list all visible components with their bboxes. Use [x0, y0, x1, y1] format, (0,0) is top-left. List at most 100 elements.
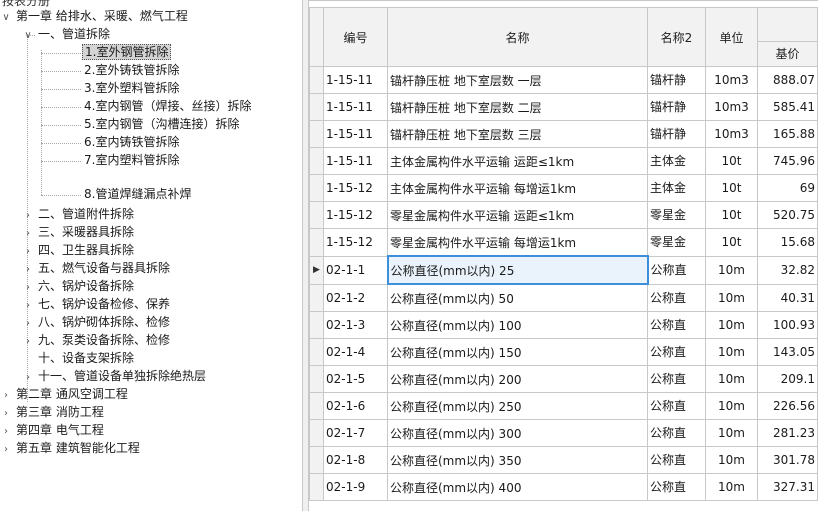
cell-unit[interactable]: 10t [705, 228, 758, 257]
chevron-right-icon[interactable]: › [22, 297, 34, 314]
cell-unit[interactable]: 10m [705, 255, 758, 285]
chevron-right-icon[interactable]: › [22, 333, 34, 350]
cell-code[interactable]: 02-1-6 [323, 392, 388, 420]
quota-grid[interactable]: 编号 名称 名称2 单位 基价 1-15-11 锚杆静压桩 地下室层数 一层 锚杆静… [309, 0, 818, 512]
tree-item[interactable]: 3.室外塑料管拆除 [82, 80, 181, 97]
col-header-name[interactable]: 名称 [387, 7, 648, 67]
tree-section-1[interactable]: ∨ 一、管道拆除 [22, 26, 112, 43]
col-header-unit[interactable]: 单位 [705, 7, 758, 67]
table-row[interactable]: 1-15-12 零星金属构件水平运输 每增运1km 零星金 10t 15.68 [309, 228, 818, 257]
cell-name[interactable]: 公称直径(mm以内) 50 [387, 283, 648, 312]
cell-unit[interactable]: 10m3 [705, 120, 758, 148]
chevron-down-icon[interactable]: ∨ [22, 27, 34, 44]
cell-code[interactable]: 02-1-4 [323, 338, 388, 366]
table-row[interactable]: 1-15-11 锚杆静压桩 地下室层数 一层 锚杆静 10m3 888.07 [309, 66, 818, 94]
table-row[interactable]: 02-1-2 公称直径(mm以内) 50 公称直 10m 40.31 [309, 283, 818, 312]
tree-item[interactable]: 2.室外铸铁管拆除 [82, 62, 181, 79]
tree-section-8[interactable]: › 八、锅炉砌体拆除、检修 [22, 314, 172, 331]
col-header-price[interactable]: 基价 [757, 7, 818, 67]
tree-item[interactable]: 5.室内钢管（沟槽连接）拆除 [82, 116, 241, 133]
cell-name2[interactable]: 锚杆静 [647, 120, 706, 148]
cell-unit[interactable]: 10m [705, 311, 758, 339]
cell-name2[interactable]: 公称直 [647, 338, 706, 366]
tree-item[interactable]: 7.室内塑料管拆除 [82, 152, 181, 169]
cell-name[interactable]: 锚杆静压桩 地下室层数 三层 [387, 120, 648, 148]
chevron-right-icon[interactable]: › [0, 423, 12, 440]
cell-base-price[interactable]: 15.68 [757, 228, 818, 257]
cell-name[interactable]: 锚杆静压桩 地下室层数 二层 [387, 93, 648, 121]
cell-name2[interactable]: 主体金 [647, 174, 706, 202]
cell-base-price[interactable]: 165.88 [757, 120, 818, 148]
tree-item[interactable]: 6.室内铸铁管拆除 [82, 134, 181, 151]
table-row[interactable]: 1-15-11 主体金属构件水平运输 运距≤1km 主体金 10t 745.96 [309, 147, 818, 175]
cell-code[interactable]: 1-15-12 [323, 174, 388, 202]
table-row[interactable]: 1-15-12 零星金属构件水平运输 运距≤1km 零星金 10t 520.75 [309, 201, 818, 229]
table-row[interactable]: 02-1-7 公称直径(mm以内) 300 公称直 10m 281.23 [309, 419, 818, 447]
cell-name2[interactable]: 公称直 [647, 419, 706, 447]
cell-unit[interactable]: 10m3 [705, 93, 758, 121]
tree-section-4[interactable]: › 四、卫生器具拆除 [22, 242, 136, 259]
table-row[interactable]: 1-15-12 主体金属构件水平运输 每增运1km 主体金 10t 69 [309, 174, 818, 202]
table-row[interactable]: ▶ 02-1-1 公称直径(mm以内) 25 公称直 10m 32.82 [309, 255, 818, 285]
cell-name2[interactable]: 锚杆静 [647, 66, 706, 94]
cell-base-price[interactable]: 301.78 [757, 446, 818, 474]
cell-base-price[interactable]: 100.93 [757, 311, 818, 339]
table-row[interactable]: 02-1-5 公称直径(mm以内) 200 公称直 10m 209.1 [309, 365, 818, 393]
table-row[interactable]: 02-1-6 公称直径(mm以内) 250 公称直 10m 226.56 [309, 392, 818, 420]
chevron-right-icon[interactable]: › [22, 243, 34, 260]
tree-chapter-4[interactable]: › 第四章 电气工程 [0, 422, 106, 439]
chevron-right-icon[interactable]: › [0, 405, 12, 422]
cell-code[interactable]: 02-1-2 [323, 283, 388, 312]
cell-name2[interactable]: 公称直 [647, 446, 706, 474]
table-row[interactable]: 1-15-11 锚杆静压桩 地下室层数 二层 锚杆静 10m3 585.41 [309, 93, 818, 121]
tree-section-5[interactable]: › 五、燃气设备与器具拆除 [22, 260, 172, 277]
cell-name[interactable]: 公称直径(mm以内) 250 [387, 392, 648, 420]
table-row[interactable]: 02-1-9 公称直径(mm以内) 400 公称直 10m 327.31 [309, 473, 818, 501]
table-row[interactable]: 02-1-8 公称直径(mm以内) 350 公称直 10m 301.78 [309, 446, 818, 474]
cell-code[interactable]: 1-15-11 [323, 66, 388, 94]
cell-unit[interactable]: 10t [705, 147, 758, 175]
cell-unit[interactable]: 10m [705, 419, 758, 447]
tree-section-6[interactable]: › 六、锅炉设备拆除 [22, 278, 136, 295]
chevron-right-icon[interactable]: › [22, 207, 34, 224]
tree-chapter-1[interactable]: ∨ 第一章 给排水、采暖、燃气工程 [0, 8, 190, 25]
cell-name[interactable]: 公称直径(mm以内) 300 [387, 419, 648, 447]
cell-name2[interactable]: 公称直 [647, 255, 706, 285]
cell-name[interactable]: 公称直径(mm以内) 400 [387, 473, 648, 501]
cell-unit[interactable]: 10t [705, 174, 758, 202]
chevron-right-icon[interactable]: › [22, 261, 34, 278]
cell-code[interactable]: 1-15-11 [323, 93, 388, 121]
cell-unit[interactable]: 10m [705, 365, 758, 393]
tree-chapter-3[interactable]: › 第三章 消防工程 [0, 404, 106, 421]
cell-code[interactable]: 02-1-3 [323, 311, 388, 339]
tree-item-outdoor-steel-pipe[interactable]: 1.室外钢管拆除 [82, 44, 172, 61]
cell-base-price[interactable]: 327.31 [757, 473, 818, 501]
chevron-right-icon[interactable]: › [22, 225, 34, 242]
cell-name2[interactable]: 公称直 [647, 311, 706, 339]
cell-code[interactable]: 02-1-5 [323, 365, 388, 393]
cell-unit[interactable]: 10m [705, 446, 758, 474]
col-header-code[interactable]: 编号 [323, 7, 388, 67]
table-row[interactable]: 1-15-11 锚杆静压桩 地下室层数 三层 锚杆静 10m3 165.88 [309, 120, 818, 148]
cell-name[interactable]: 公称直径(mm以内) 100 [387, 311, 648, 339]
cell-name[interactable]: 公称直径(mm以内) 350 [387, 446, 648, 474]
tree-section-2[interactable]: › 二、管道附件拆除 [22, 206, 136, 223]
cell-unit[interactable]: 10m [705, 473, 758, 501]
cell-name[interactable]: 锚杆静压桩 地下室层数 一层 [387, 66, 648, 94]
cell-unit[interactable]: 10m [705, 338, 758, 366]
chevron-right-icon[interactable]: › [0, 387, 12, 404]
chapter-tree[interactable]: 按表分册 ∨ 第一章 给排水、采暖、燃气工程 ∨ 一、管道拆除 1.室外钢管拆除 2… [0, 0, 300, 511]
cell-code[interactable]: 1-15-12 [323, 228, 388, 257]
cell-unit[interactable]: 10m [705, 392, 758, 420]
table-row[interactable]: 02-1-4 公称直径(mm以内) 150 公称直 10m 143.05 [309, 338, 818, 366]
cell-base-price[interactable]: 40.31 [757, 283, 818, 312]
chevron-right-icon[interactable]: › [22, 279, 34, 296]
cell-code[interactable]: 02-1-7 [323, 419, 388, 447]
cell-name2[interactable]: 零星金 [647, 201, 706, 229]
cell-name2[interactable]: 公称直 [647, 283, 706, 312]
cell-name2[interactable]: 主体金 [647, 147, 706, 175]
chevron-right-icon[interactable]: › [22, 369, 34, 386]
cell-name[interactable]: 主体金属构件水平运输 每增运1km [387, 174, 648, 202]
cell-base-price[interactable]: 69 [757, 174, 818, 202]
cell-name[interactable]: 公称直径(mm以内) 200 [387, 365, 648, 393]
